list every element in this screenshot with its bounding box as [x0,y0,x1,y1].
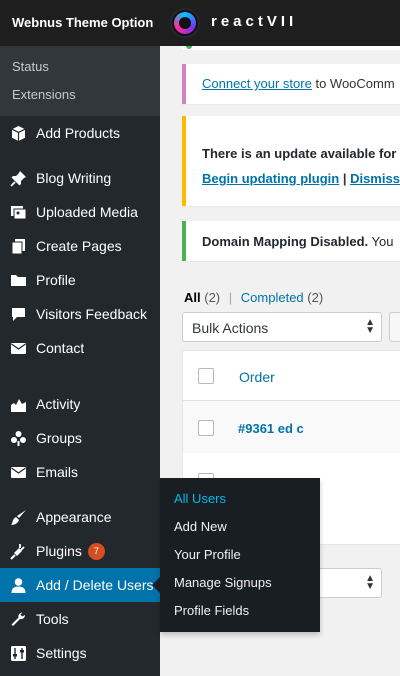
mail-icon [10,340,27,357]
sidebar-item-appearance[interactable]: Appearance [0,500,160,534]
table-row: #9361 ed c [183,401,400,453]
pages-icon [10,238,27,255]
plugin-icon [10,543,27,560]
sidebar-item-uploaded-media[interactable]: Uploaded Media [0,195,160,229]
sidebar-item-emails[interactable]: Emails [0,455,160,489]
filter-all[interactable]: All [184,290,201,305]
status-filter: All (2) | Completed (2) [184,290,324,305]
flyout-item-your-profile[interactable]: Your Profile [174,547,241,562]
sidebar-item-label: Settings [36,645,87,661]
sidebar-item-activity[interactable]: Activity [0,387,160,421]
sidebar-item-profile[interactable]: Profile [0,263,160,297]
dismiss-link[interactable]: Dismiss [350,171,400,186]
admin-sidebar: Status Extensions Add Products Blog Writ… [0,46,160,676]
sidebar-submenu: Status Extensions [0,46,160,116]
update-notice-text: There is an update available for [202,146,397,161]
users-flyout-menu: All Users Add New Your Profile Manage Si… [160,478,320,632]
order-link[interactable]: #9361 ed c [238,421,304,436]
submenu-item-status[interactable]: Status [12,59,49,74]
sidebar-item-blog-writing[interactable]: Blog Writing [0,161,160,195]
sidebar-item-users[interactable]: Add / Delete Users [0,568,160,602]
sidebar-item-label: Blog Writing [36,170,112,186]
sidebar-item-groups[interactable]: Groups [0,421,160,455]
box-icon [10,125,27,142]
sidebar-item-label: Activity [36,396,81,412]
sidebar-item-label: Profile [36,272,76,288]
domain-mapping-notice: Domain Mapping Disabled. You [182,221,400,261]
activity-icon [10,396,27,413]
brand-name[interactable]: reactVII [211,13,297,30]
settings-icon [10,645,27,662]
submenu-item-extensions[interactable]: Extensions [12,87,76,102]
brand-logo-icon[interactable] [170,8,200,38]
admin-top-bar: Webnus Theme Option reactVII [0,0,400,46]
sidebar-item-label: Contact [36,340,85,356]
sidebar-item-add-products[interactable]: Add Products [0,116,160,150]
begin-updating-link[interactable]: Begin updating plugin [202,171,339,186]
filter-completed[interactable]: Completed [241,290,304,305]
sidebar-item-tools[interactable]: Tools [0,602,160,636]
sidebar-item-settings[interactable]: Settings [0,636,160,670]
flyout-item-all-users[interactable]: All Users [174,491,226,506]
active-indicator [152,577,160,593]
sidebar-item-label: Visitors Feedback [36,306,148,322]
sidebar-item-label: Add Products [36,125,121,141]
sidebar-item-label: Emails [36,464,79,480]
sidebar-item-visitors-feedback[interactable]: Visitors Feedback [0,297,160,331]
sidebar-item-label: Plugins 7 [36,543,105,560]
column-order[interactable]: Order [239,369,275,385]
brush-icon [10,509,27,526]
pin-icon [10,170,27,187]
flyout-item-add-new[interactable]: Add New [174,519,227,534]
select-arrows-icon: ▲ ▼ [365,317,375,336]
sidebar-item-label: Tools [36,611,69,627]
sidebar-item-create-pages[interactable]: Create Pages [0,229,160,263]
table-header: Order [183,351,400,401]
groups-icon [10,430,27,447]
flyout-item-manage-signups[interactable]: Manage Signups [174,575,272,590]
bulk-actions-select[interactable]: Bulk Actions ▲ ▼ [182,312,382,342]
woocommerce-notice: Connect your store to WooComm [182,64,400,104]
folder-icon [10,272,27,289]
theme-option-link[interactable]: Webnus Theme Option [12,15,153,30]
mail-icon [10,464,27,481]
comment-icon [10,306,27,323]
update-notice: There is an update available for Begin u… [182,116,400,206]
media-icon [10,204,27,221]
sidebar-item-plugins[interactable]: Plugins 7 [0,534,160,568]
sidebar-item-label: Add / Delete Users [36,577,154,593]
sidebar-item-label: Create Pages [36,238,122,254]
connect-store-link[interactable]: Connect your store [202,76,312,91]
sidebar-item-label: Uploaded Media [36,204,138,220]
wrench-icon [10,611,27,628]
sidebar-item-contact[interactable]: Contact [0,331,160,365]
user-icon [10,577,27,594]
sidebar-item-label: Appearance [36,509,112,525]
row-checkbox[interactable] [198,420,214,436]
sidebar-item-label: Groups [36,430,82,446]
update-count-badge: 7 [87,543,105,560]
apply-button[interactable] [389,312,400,342]
flyout-item-profile-fields[interactable]: Profile Fields [174,603,249,618]
select-all-checkbox[interactable] [198,368,214,384]
select-arrows-icon: ▲ ▼ [365,573,375,592]
